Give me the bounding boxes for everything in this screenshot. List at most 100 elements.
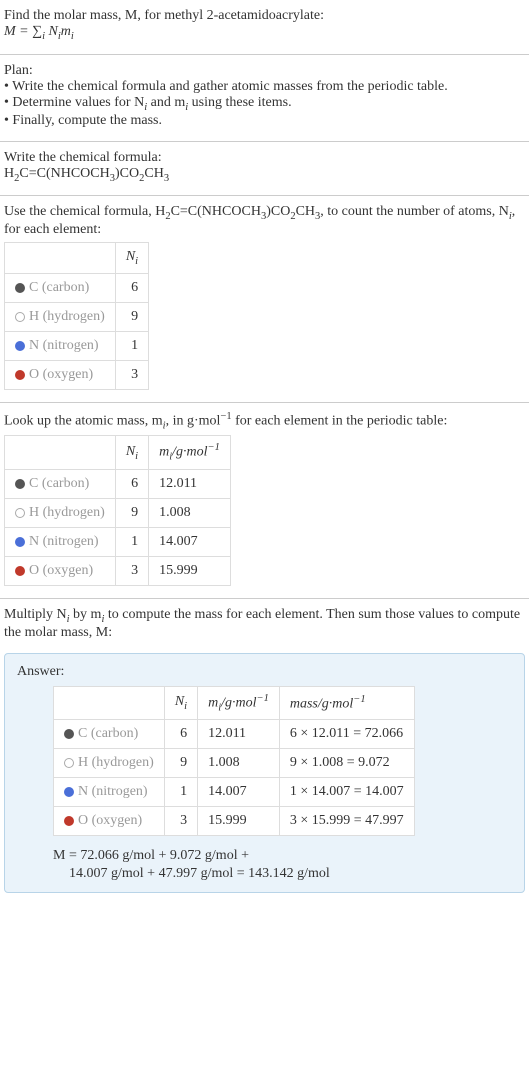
ni-header: Ni xyxy=(164,686,197,719)
empty-header xyxy=(5,436,116,469)
mt-a: Multiply N xyxy=(4,607,67,622)
lookup-text: Look up the atomic mass, mi, in g·mol−1 … xyxy=(4,411,525,431)
dot-icon xyxy=(15,479,25,489)
dot-icon xyxy=(15,537,25,547)
el-label: C (carbon) xyxy=(78,726,138,741)
nih: N xyxy=(126,249,135,264)
count-table: Ni C (carbon) 6 H (hydrogen) 9 N (nitrog… xyxy=(4,242,149,390)
mihsup: −1 xyxy=(208,442,220,453)
amihu: /g·mol xyxy=(221,695,256,710)
element-cell: O (oxygen) xyxy=(5,556,116,585)
table-row: N (nitrogen) 1 14.007 xyxy=(5,527,231,556)
table-row: H (hydrogen) 9 1.008 xyxy=(5,498,231,527)
ct-c: )CO xyxy=(266,204,290,219)
mi-cell: 1.008 xyxy=(149,498,231,527)
mih: m xyxy=(159,445,169,460)
el-label: N (nitrogen) xyxy=(29,534,99,549)
write-formula-heading: Write the chemical formula: xyxy=(4,150,525,166)
lt-a: Look up the atomic mass, m xyxy=(4,414,163,429)
plan2a: • Determine values for N xyxy=(4,95,144,110)
mi-cell: 15.999 xyxy=(198,807,280,836)
ni-cell: 6 xyxy=(115,273,148,302)
table-row: N (nitrogen) 1 14.007 1 × 14.007 = 14.00… xyxy=(54,778,415,807)
lt-c: for each element in the periodic table: xyxy=(232,414,448,429)
table-header-row: Ni xyxy=(5,243,149,274)
answer-label: Answer: xyxy=(17,664,512,680)
table-row: H (hydrogen) 9 1.008 9 × 1.008 = 9.072 xyxy=(54,749,415,778)
ni-cell: 6 xyxy=(164,720,197,749)
mass-cell: 1 × 14.007 = 14.007 xyxy=(279,778,414,807)
plan-item-2: • Determine values for Ni and mi using t… xyxy=(4,95,525,113)
mass-cell: 9 × 1.008 = 9.072 xyxy=(279,749,414,778)
cf-d: CH xyxy=(144,166,163,181)
element-cell: N (nitrogen) xyxy=(5,331,116,360)
result-line-2: 14.007 g/mol + 47.997 g/mol = 143.142 g/… xyxy=(69,866,512,882)
dot-icon xyxy=(64,787,74,797)
table-header-row: Ni mi/g·mol−1 xyxy=(5,436,231,469)
answer-table: Ni mi/g·mol−1 mass/g·mol−1 C (carbon) 6 … xyxy=(53,686,415,836)
plan-item-3: • Finally, compute the mass. xyxy=(4,113,525,129)
el-label: C (carbon) xyxy=(29,476,89,491)
count-text: Use the chemical formula, H2C=C(NHCOCH3)… xyxy=(4,204,525,238)
nihs2: i xyxy=(135,451,138,462)
dot-icon xyxy=(15,312,25,322)
ni-cell: 1 xyxy=(115,331,148,360)
mi-cell: 14.007 xyxy=(198,778,280,807)
el-label: C (carbon) xyxy=(29,280,89,295)
ni-header: Ni xyxy=(115,436,148,469)
nih2: N xyxy=(126,444,135,459)
ni-cell: 3 xyxy=(115,556,148,585)
ni-cell: 1 xyxy=(164,778,197,807)
ct-e: , to count the number of atoms, N xyxy=(320,204,509,219)
mihu: /g·mol xyxy=(172,445,207,460)
el-label: O (oxygen) xyxy=(78,813,142,828)
divider xyxy=(0,141,529,142)
chemical-formula: H2C=C(NHCOCH3)CO2CH3 xyxy=(4,166,525,184)
ni-cell: 9 xyxy=(115,498,148,527)
el-label: N (nitrogen) xyxy=(78,784,148,799)
dot-icon xyxy=(64,816,74,826)
ni-cell: 9 xyxy=(115,302,148,331)
multiply-section: Multiply Ni by mi to compute the mass fo… xyxy=(0,603,529,649)
element-cell: N (nitrogen) xyxy=(54,778,165,807)
cf-c: )CO xyxy=(115,166,139,181)
mi-cell: 14.007 xyxy=(149,527,231,556)
table-row: O (oxygen) 3 xyxy=(5,360,149,389)
nihs: i xyxy=(135,256,138,267)
amasshsup: −1 xyxy=(353,694,365,705)
dot-icon xyxy=(15,566,25,576)
plan-heading: Plan: xyxy=(4,63,525,79)
amih: m xyxy=(208,695,218,710)
mi-cell: 1.008 xyxy=(198,749,280,778)
element-cell: H (hydrogen) xyxy=(5,498,116,527)
anih: N xyxy=(175,694,184,709)
formula-text: M = ∑i Nimi xyxy=(4,24,74,39)
mi-header: mi/g·mol−1 xyxy=(149,436,231,469)
el-label: H (hydrogen) xyxy=(78,755,154,770)
el-label: O (oxygen) xyxy=(29,367,93,382)
lookup-section: Look up the atomic mass, mi, in g·mol−1 … xyxy=(0,407,529,594)
mi-cell: 12.011 xyxy=(198,720,280,749)
result-line-1: M = 72.066 g/mol + 9.072 g/mol + xyxy=(53,848,512,864)
ni-cell: 6 xyxy=(115,469,148,498)
amihsup: −1 xyxy=(257,693,269,704)
element-cell: H (hydrogen) xyxy=(54,749,165,778)
mass-cell: 6 × 12.011 = 72.066 xyxy=(279,720,414,749)
lt-sup: −1 xyxy=(220,411,231,422)
element-cell: N (nitrogen) xyxy=(5,527,116,556)
mi-cell: 12.011 xyxy=(149,469,231,498)
el-label: H (hydrogen) xyxy=(29,505,105,520)
table-row: O (oxygen) 3 15.999 3 × 15.999 = 47.997 xyxy=(54,807,415,836)
cf-s4: 3 xyxy=(164,172,169,183)
multiply-text: Multiply Ni by mi to compute the mass fo… xyxy=(4,607,525,641)
ni-cell: 1 xyxy=(115,527,148,556)
element-cell: H (hydrogen) xyxy=(5,302,116,331)
lt-b: , in g·mol xyxy=(166,414,221,429)
el-label: O (oxygen) xyxy=(29,563,93,578)
amassh: mass/g·mol xyxy=(290,696,353,711)
write-formula-section: Write the chemical formula: H2C=C(NHCOCH… xyxy=(0,146,529,192)
ct-b: C=C(NHCOCH xyxy=(171,204,261,219)
dot-icon xyxy=(64,758,74,768)
mass-cell: 3 × 15.999 = 47.997 xyxy=(279,807,414,836)
ni-header: Ni xyxy=(115,243,148,274)
